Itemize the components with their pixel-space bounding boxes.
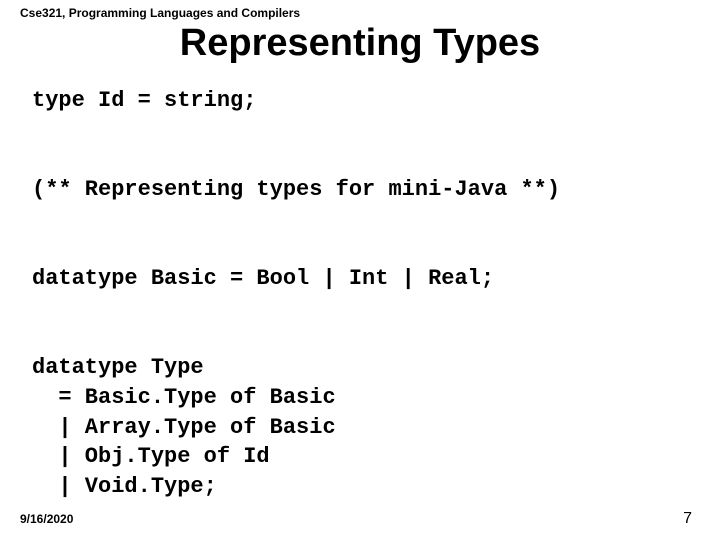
course-header: Cse321, Programming Languages and Compil… — [20, 6, 300, 20]
slide-title: Representing Types — [0, 22, 720, 65]
code-line: = Basic.Type of Basic — [32, 385, 336, 410]
code-line: (** Representing types for mini-Java **) — [32, 177, 560, 202]
code-line: | Obj.Type of Id — [32, 444, 270, 469]
footer-page-number: 7 — [683, 510, 692, 528]
code-line: | Array.Type of Basic — [32, 415, 336, 440]
code-line: type Id = string; — [32, 88, 256, 113]
code-block: type Id = string; (** Representing types… — [32, 86, 688, 502]
slide: Cse321, Programming Languages and Compil… — [0, 0, 720, 540]
code-line: datatype Basic = Bool | Int | Real; — [32, 266, 494, 291]
code-line: | Void.Type; — [32, 474, 217, 499]
code-line: datatype Type — [32, 355, 204, 380]
footer-date: 9/16/2020 — [20, 512, 73, 526]
